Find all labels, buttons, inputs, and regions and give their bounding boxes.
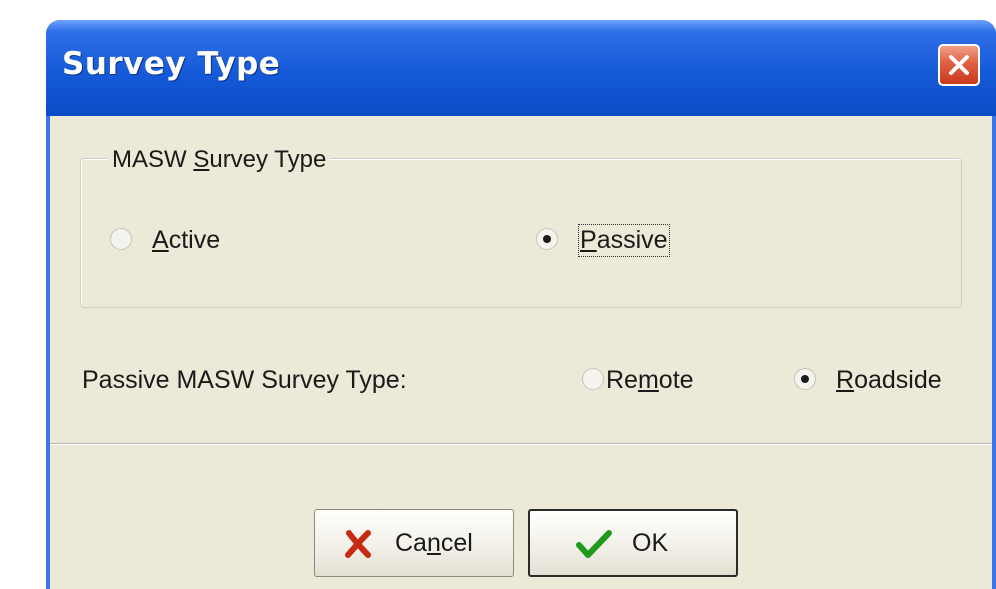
close-button[interactable] [938,44,980,86]
roadside-radio-label[interactable]: Roadside [836,366,942,395]
ok-button-label: OK [632,529,669,557]
green-check-icon [576,530,612,558]
cancel-button-label: Cancel [395,529,473,557]
group-legend: MASW Survey Type [108,146,331,174]
title-bar[interactable]: Survey Type [46,20,996,116]
passive-radio-label[interactable]: Passive [578,224,670,257]
active-radio-label[interactable]: Active [152,226,220,255]
close-icon [949,55,969,75]
ok-button[interactable]: OK [528,509,738,577]
passive-radio[interactable] [536,228,558,250]
remote-radio-label[interactable]: Remote [606,366,694,395]
dialog-title: Survey Type [62,46,281,82]
button-separator [50,443,992,445]
roadside-radio[interactable] [794,368,816,390]
cancel-button[interactable]: Cancel [314,509,514,577]
remote-radio[interactable] [582,368,604,390]
dialog-body: MASW Survey Type Active Passive Passive … [50,116,992,589]
survey-type-dialog: Survey Type MASW Survey Type Active Pass… [46,20,996,589]
active-radio[interactable] [110,228,132,250]
red-x-icon [345,530,371,558]
passive-survey-type-label: Passive MASW Survey Type: [82,366,407,394]
